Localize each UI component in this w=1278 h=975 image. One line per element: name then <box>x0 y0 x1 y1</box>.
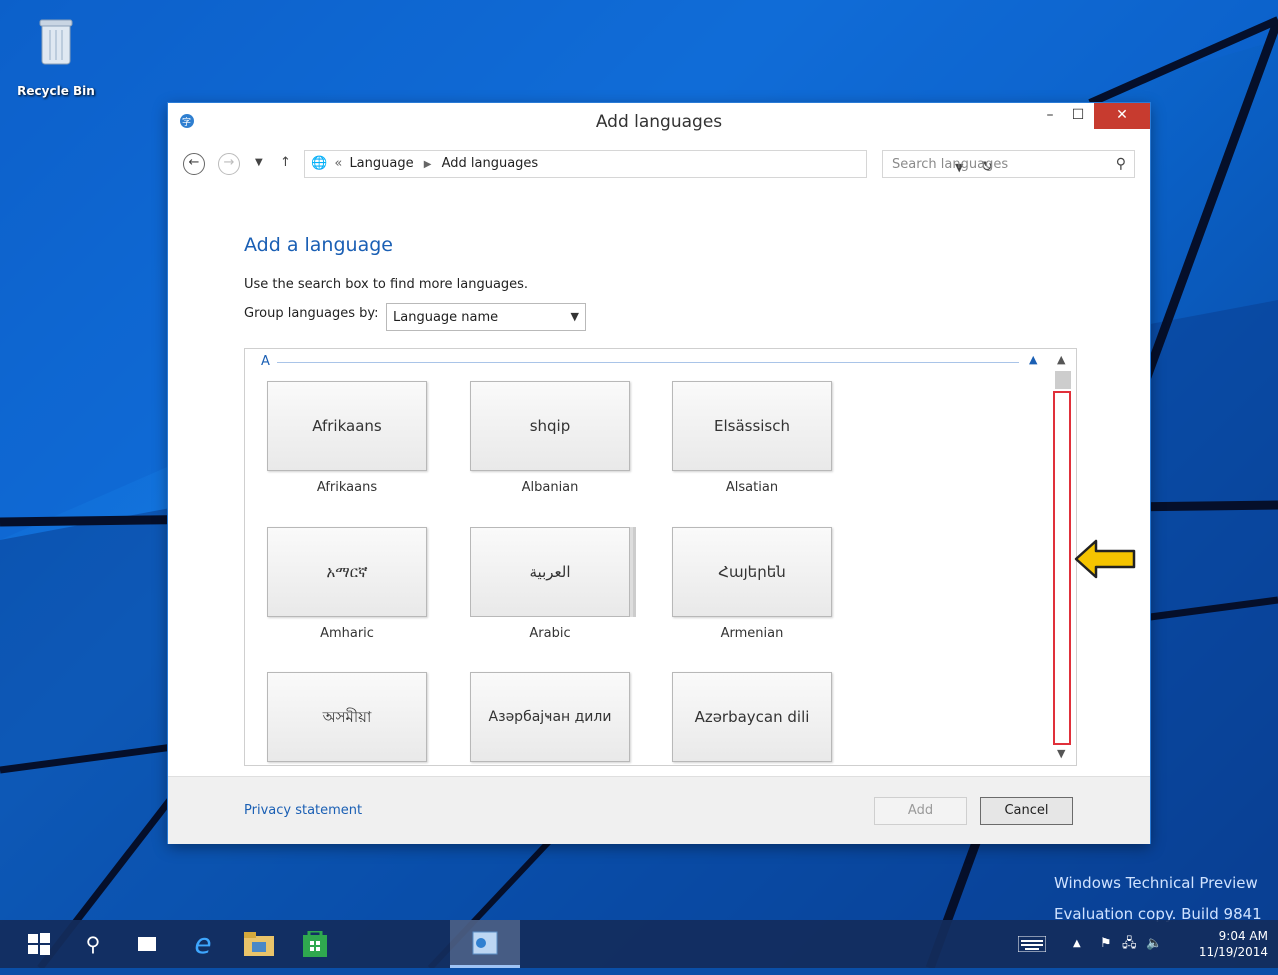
scroll-up-icon[interactable]: ▲ <box>1057 353 1065 366</box>
language-native-name: Азәрбајҹан дили <box>470 672 630 762</box>
show-hidden-icons-icon[interactable]: ▲ <box>1073 920 1081 968</box>
watermark-line-1: Windows Technical Preview <box>1054 874 1258 892</box>
breadcrumb-language[interactable]: Language <box>349 156 413 171</box>
language-tile-afrikaans[interactable]: Afrikaans Afrikaans <box>267 381 427 495</box>
chevron-down-icon: ▼ <box>570 310 579 323</box>
language-native-name: العربية <box>470 527 630 617</box>
scroll-track-highlight[interactable] <box>1053 391 1071 745</box>
language-native-name: Elsässisch <box>672 381 832 471</box>
language-tile-amharic[interactable]: አማርኛ Amharic <box>267 527 427 641</box>
search-hint: Use the search box to find more language… <box>244 277 529 292</box>
forward-arrow-icon[interactable]: → <box>218 153 240 175</box>
search-icon[interactable]: ⚲ <box>1116 156 1126 172</box>
recent-locations-chevron-icon[interactable]: ▼ <box>255 157 263 168</box>
start-button[interactable] <box>14 920 64 968</box>
breadcrumb: 🌐 « Language ▶ Add languages <box>311 156 538 171</box>
address-bar[interactable]: 🌐 « Language ▶ Add languages ▼ ↻ <box>304 150 993 178</box>
back-arrow-icon[interactable]: ← <box>183 153 205 175</box>
recycle-bin-icon <box>38 18 74 70</box>
language-tile-azerbaijani-cyrillic[interactable]: Азәрбајҹан дили <box>470 672 630 762</box>
language-list: A ▲ Afrikaans Afrikaans shqip Albanian E… <box>244 348 1077 766</box>
group-divider <box>277 362 1019 363</box>
touch-keyboard-icon[interactable] <box>1017 920 1047 968</box>
search-icon[interactable]: ⚲ <box>68 920 118 968</box>
breadcrumb-add-languages[interactable]: Add languages <box>442 156 539 171</box>
privacy-statement-link[interactable]: Privacy statement <box>244 803 362 818</box>
breadcrumb-separator-icon: ▶ <box>423 159 432 170</box>
language-settings-taskbar-icon[interactable] <box>450 920 520 968</box>
language-native-name: shqip <box>470 381 630 471</box>
window-title: Add languages <box>595 112 723 132</box>
clock-date: 11/19/2014 <box>1198 945 1268 959</box>
up-arrow-icon[interactable]: ↑ <box>280 155 291 170</box>
title-bar[interactable]: 字 Add languages – ☐ ✕ <box>168 103 1150 141</box>
breadcrumb-overflow[interactable]: « <box>334 156 342 171</box>
group-by-label: Group languages by: <box>244 306 379 321</box>
add-languages-window: 字 Add languages – ☐ ✕ ← → ▼ ↑ 🌐 « Langua… <box>168 103 1150 844</box>
language-tile-albanian[interactable]: shqip Albanian <box>470 381 630 495</box>
add-button[interactable]: Add <box>874 797 967 825</box>
volume-icon[interactable]: 🔈 <box>1146 920 1162 968</box>
recycle-bin-label: Recycle Bin <box>17 84 95 98</box>
close-button[interactable]: ✕ <box>1094 103 1150 129</box>
language-tile-assamese[interactable]: অসমীয়া <box>267 672 427 762</box>
taskbar: ⚲ e ▲ ⚑ 🖧 🔈 9:04 AM 11/19/2014 <box>0 920 1278 968</box>
network-icon[interactable]: 🖧 <box>1122 920 1137 968</box>
group-by-value: Language name <box>393 310 499 325</box>
group-header-letter: A <box>261 354 270 369</box>
language-tile-armenian[interactable]: Հայերեն Armenian <box>672 527 832 641</box>
language-english-name: Alsatian <box>725 480 779 495</box>
language-english-name: Afrikaans <box>316 480 378 495</box>
search-input[interactable] <box>890 156 1094 173</box>
language-tile-azerbaijani-latin[interactable]: Azərbaycan dili <box>672 672 832 762</box>
store-icon[interactable] <box>288 920 342 968</box>
scroll-down-icon[interactable]: ▼ <box>1057 747 1065 760</box>
language-native-name: አማርኛ <box>267 527 427 617</box>
scroll-thumb[interactable] <box>1055 371 1071 389</box>
navigation-bar: ← → ▼ ↑ 🌐 « Language ▶ Add languages ▼ ↻… <box>168 147 1150 183</box>
language-native-name: Հայերեն <box>672 527 832 617</box>
language-english-name: Albanian <box>521 480 579 495</box>
internet-explorer-icon[interactable]: e <box>176 920 230 968</box>
language-tile-alsatian[interactable]: Elsässisch Alsatian <box>672 381 832 495</box>
task-view-icon[interactable] <box>122 920 172 968</box>
dialog-footer: Privacy statement Add Cancel <box>168 776 1150 844</box>
annotation-arrow-icon <box>1074 539 1136 579</box>
clock-time: 9:04 AM <box>1218 929 1268 943</box>
search-box: ⚲ <box>882 150 1135 178</box>
language-native-name: Azərbaycan dili <box>672 672 832 762</box>
clock[interactable]: 9:04 AM 11/19/2014 <box>1199 928 1268 960</box>
page-title: Add a language <box>244 234 393 256</box>
language-native-name: অসমীয়া <box>267 672 427 762</box>
recycle-bin[interactable]: Recycle Bin <box>14 18 98 98</box>
group-by-select[interactable]: Language name ▼ <box>386 303 586 331</box>
language-tile-arabic[interactable]: العربية Arabic <box>470 527 630 641</box>
language-english-name: Armenian <box>720 626 784 641</box>
language-native-name: Afrikaans <box>267 381 427 471</box>
language-english-name: Amharic <box>320 626 374 641</box>
cancel-button[interactable]: Cancel <box>980 797 1073 825</box>
location-icon: 🌐 <box>311 156 328 171</box>
file-explorer-icon[interactable] <box>232 920 286 968</box>
minimize-button[interactable]: – <box>1036 103 1064 129</box>
windows-logo-icon <box>28 933 50 955</box>
group-collapse-icon[interactable]: ▲ <box>1029 353 1037 366</box>
language-english-name: Arabic <box>529 626 571 641</box>
vertical-scrollbar[interactable]: ▲ ▼ <box>1053 351 1073 763</box>
flag-icon[interactable]: ⚑ <box>1100 920 1112 968</box>
maximize-button[interactable]: ☐ <box>1064 103 1092 129</box>
